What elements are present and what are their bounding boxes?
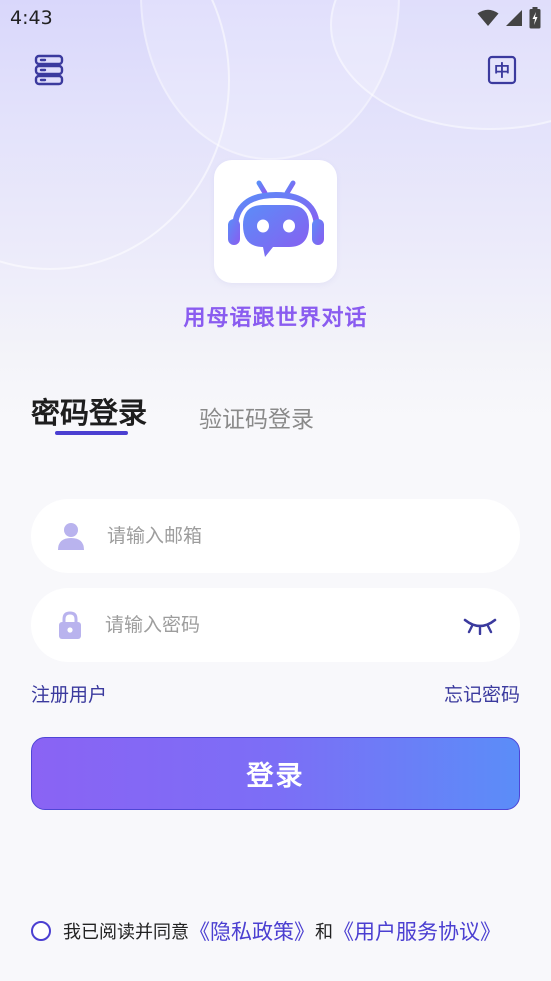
- login-button[interactable]: 登录: [31, 737, 520, 810]
- terms-of-service-link[interactable]: 《用户服务协议》: [333, 916, 501, 946]
- agreement-checkbox[interactable]: [31, 921, 51, 941]
- agreement-prefix: 我已阅读并同意: [63, 922, 189, 943]
- robot-headphones-icon: [227, 180, 324, 257]
- battery-icon: [529, 7, 541, 29]
- slogan: 用母语跟世界对话: [183, 306, 368, 331]
- register-link[interactable]: 注册用户: [31, 680, 107, 707]
- tab-password-login[interactable]: 密码登录: [31, 390, 147, 432]
- lock-icon: [59, 611, 81, 639]
- privacy-policy-link[interactable]: 《隐私政策》: [189, 916, 315, 946]
- server-button[interactable]: [31, 52, 67, 88]
- wifi-icon: [477, 9, 499, 26]
- email-field-container: [31, 499, 520, 573]
- email-input[interactable]: [107, 525, 427, 547]
- server-icon: [34, 54, 64, 86]
- password-field-container: [31, 588, 520, 662]
- toggle-password-visibility[interactable]: [462, 610, 498, 640]
- password-input[interactable]: [105, 614, 425, 636]
- background-decoration: [0, 0, 230, 270]
- tab-code-login[interactable]: 验证码登录: [199, 400, 314, 434]
- user-icon: [58, 523, 84, 550]
- login-tabs: 密码登录 验证码登录: [31, 390, 521, 440]
- login-screen: 4:43 中 用母语跟世界对话 密码登录 验证码登录 请输入邮箱 注册用户 忘记…: [0, 0, 551, 981]
- language-button[interactable]: 中: [484, 52, 520, 88]
- app-logo: [214, 160, 337, 283]
- status-bar: 4:43: [0, 0, 551, 36]
- forgot-password-link[interactable]: 忘记密码: [444, 680, 520, 707]
- agreement-row: 我已阅读并同意 《隐私政策》 和 《用户服务协议》: [31, 916, 501, 946]
- status-icons: [477, 7, 541, 29]
- language-label: 中: [494, 61, 510, 80]
- tab-active-indicator: [55, 431, 128, 435]
- language-icon: 中: [487, 55, 517, 85]
- eye-closed-icon: [463, 618, 497, 635]
- status-time: 4:43: [10, 7, 53, 29]
- agreement-and: 和: [315, 922, 333, 943]
- signal-icon: [506, 10, 522, 26]
